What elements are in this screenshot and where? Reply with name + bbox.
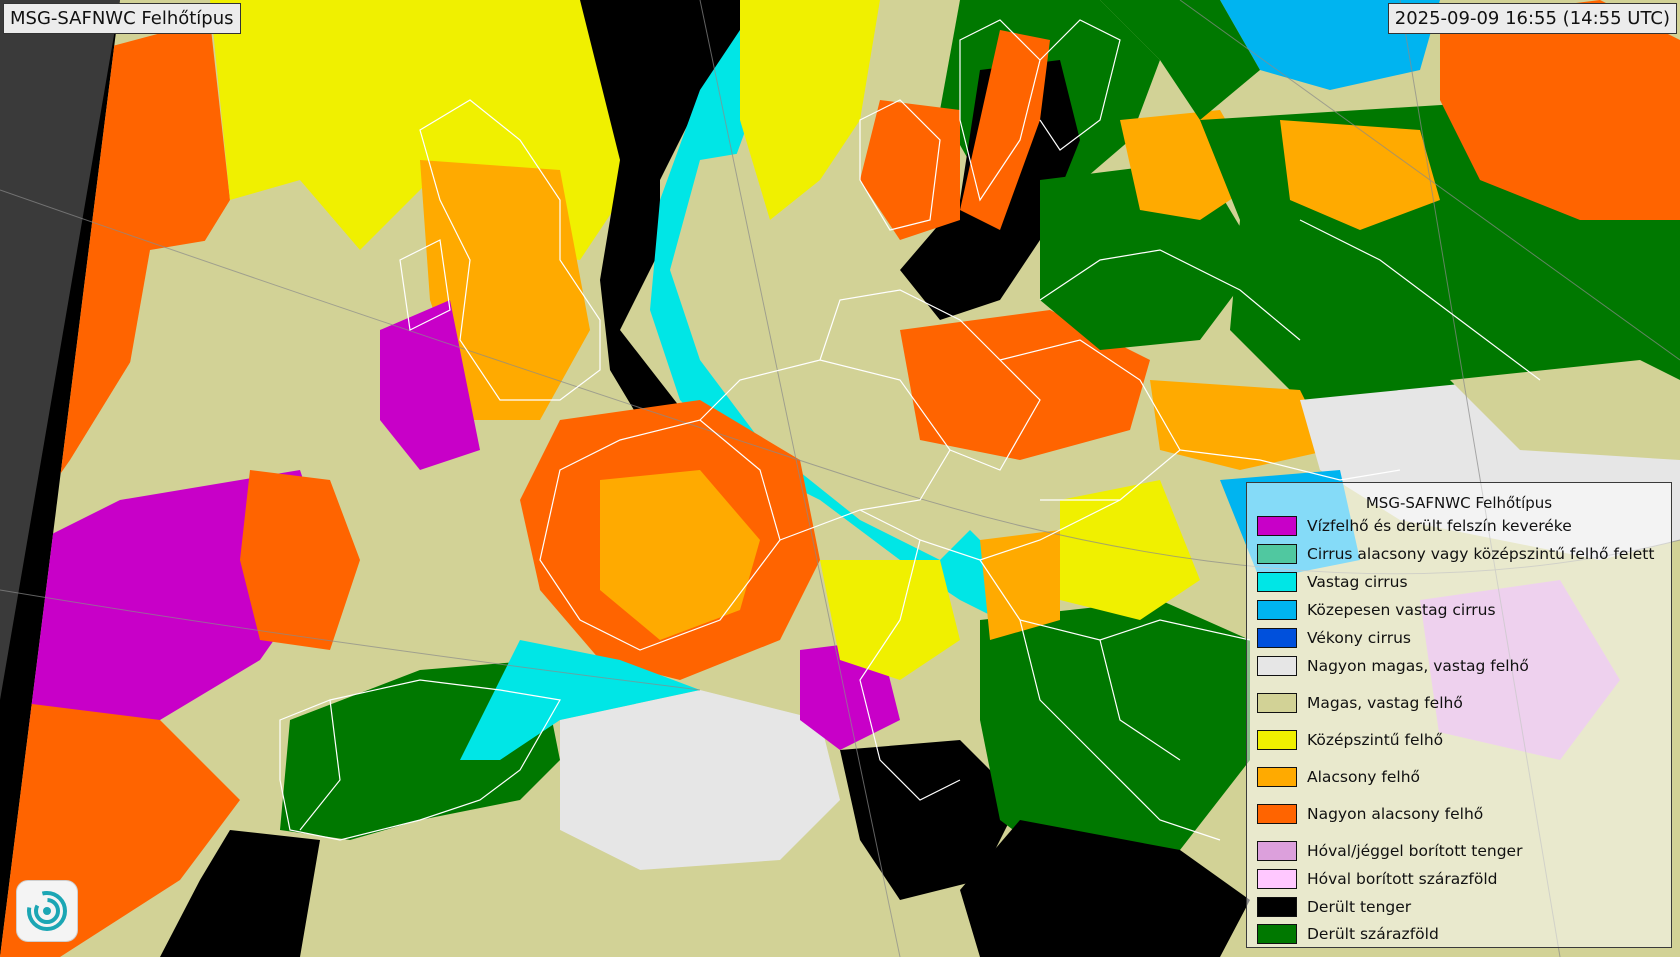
legend-item: Vékony cirrus [1257,625,1411,651]
legend-label: Alacsony felhő [1307,768,1421,786]
legend-swatch [1257,656,1297,676]
legend-item: Vízfelhő és derült felszín keveréke [1257,513,1572,539]
legend-label: Derült tenger [1307,898,1412,916]
legend-item: Alacsony felhő [1257,764,1420,790]
legend-item: Nagyon alacsony felhő [1257,801,1483,827]
legend-item: Hóval/jéggel borított tenger [1257,838,1522,864]
legend-item: Hóval borított szárazföld [1257,866,1498,892]
legend-swatch [1257,924,1297,944]
legend-swatch [1257,897,1297,917]
legend-label: Nagyon alacsony felhő [1307,805,1484,823]
cloud-type-legend: MSG-SAFNWC Felhőtípus Vízfelhő és derült… [1246,482,1672,948]
map-timestamp: 2025-09-09 16:55 (14:55 UTC) [1387,3,1677,34]
legend-swatch [1257,600,1297,620]
legend-item: Magas, vastag felhő [1257,690,1463,716]
satellite-swirl-logo-icon [16,880,78,942]
legend-swatch [1257,869,1297,889]
legend-swatch [1257,841,1297,861]
legend-swatch [1257,516,1297,536]
legend-item: Derült szárazföld [1257,921,1439,947]
legend-item: Cirrus alacsony vagy középszintű felhő f… [1257,541,1654,567]
legend-label: Nagyon magas, vastag felhő [1307,657,1529,675]
legend-swatch [1257,767,1297,787]
legend-swatch [1257,628,1297,648]
legend-swatch [1257,544,1297,564]
legend-label: Hóval/jéggel borított tenger [1307,842,1523,860]
map-title: MSG-SAFNWC Felhőtípus [3,3,241,34]
legend-label: Magas, vastag felhő [1307,694,1463,712]
legend-title: MSG-SAFNWC Felhőtípus [1365,494,1553,512]
legend-label: Középszintű felhő [1307,731,1444,749]
legend-item: Nagyon magas, vastag felhő [1257,653,1529,679]
legend-label: Vastag cirrus [1307,573,1408,591]
legend-swatch [1257,693,1297,713]
legend-label: Közepesen vastag cirrus [1307,601,1496,619]
legend-label: Vízfelhő és derült felszín keveréke [1307,517,1572,535]
legend-item: Derült tenger [1257,894,1411,920]
legend-label: Derült szárazföld [1307,925,1439,943]
legend-swatch [1257,730,1297,750]
legend-label: Cirrus alacsony vagy középszintű felhő f… [1307,545,1655,563]
legend-label: Hóval borított szárazföld [1307,870,1498,888]
legend-swatch [1257,804,1297,824]
legend-item: Vastag cirrus [1257,569,1408,595]
legend-swatch [1257,572,1297,592]
legend-item: Középszintű felhő [1257,727,1443,753]
legend-label: Vékony cirrus [1307,629,1411,647]
legend-item: Közepesen vastag cirrus [1257,597,1496,623]
